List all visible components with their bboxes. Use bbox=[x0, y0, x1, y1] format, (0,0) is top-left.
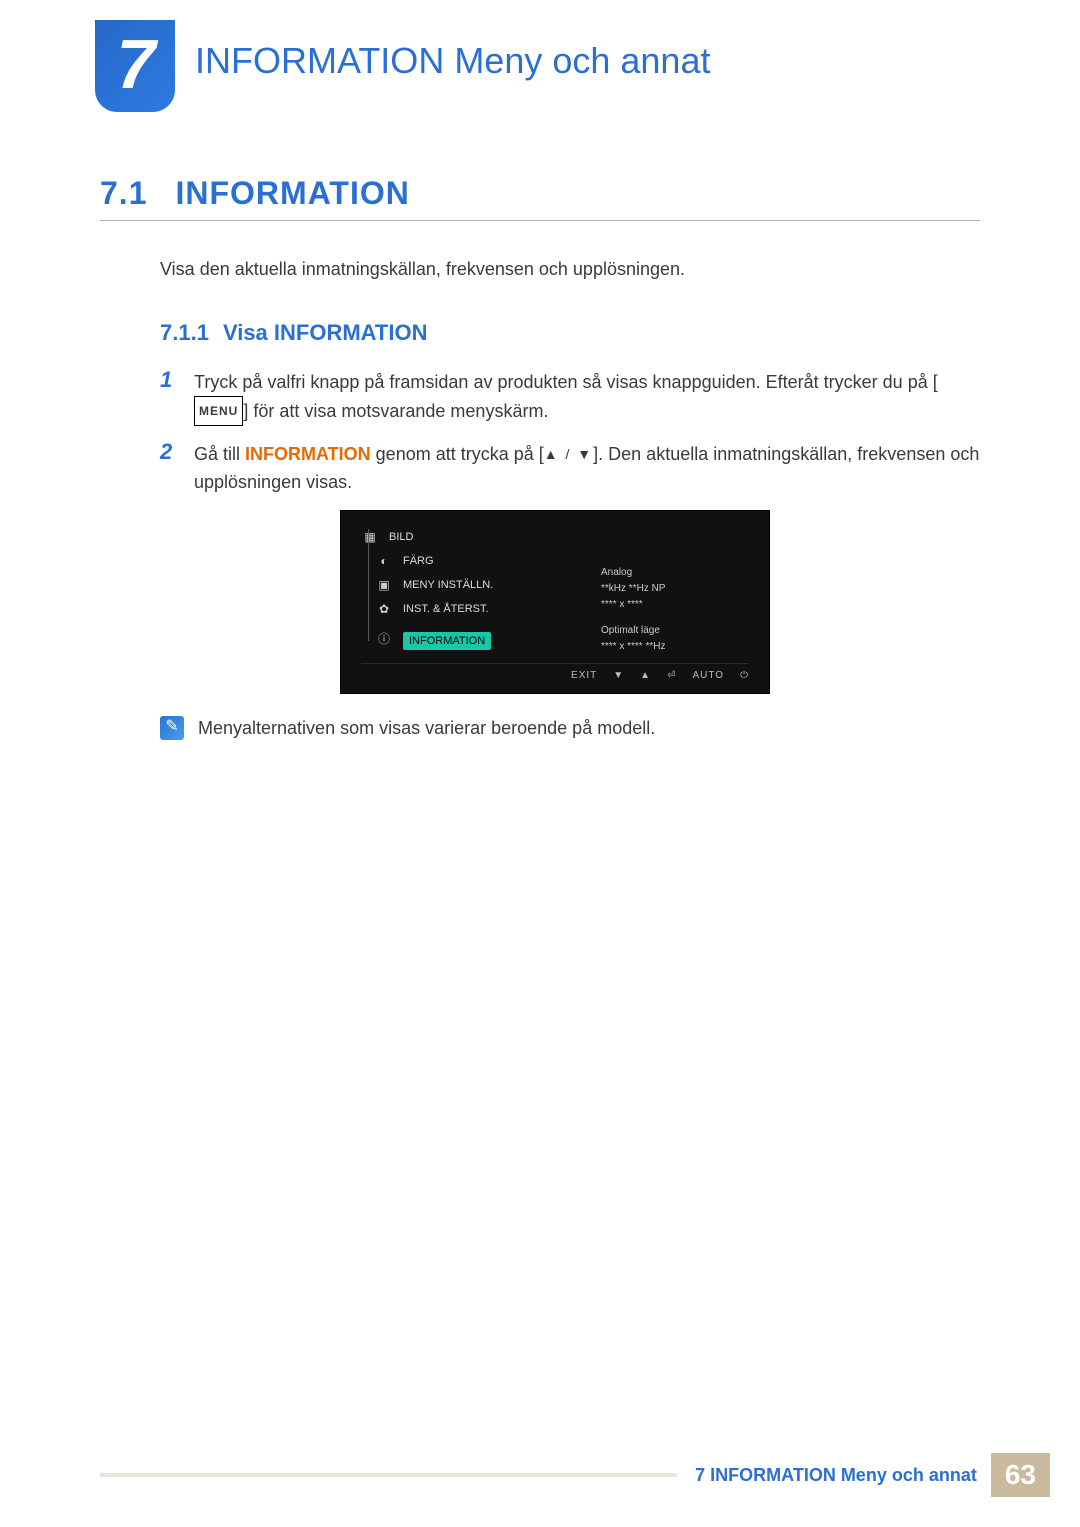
step-number: 1 bbox=[160, 368, 176, 426]
footer-page-number: 63 bbox=[991, 1453, 1050, 1497]
section-title: INFORMATION bbox=[175, 175, 409, 212]
gear-icon: ✿ bbox=[375, 602, 393, 616]
page-footer: 7 INFORMATION Meny och annat 63 bbox=[100, 1453, 1050, 1497]
menu-key-icon: MENU bbox=[194, 396, 243, 426]
osd-info-panel: Analog **kHz **Hz NP **** x **** Optimal… bbox=[601, 565, 665, 655]
section-intro: Visa den aktuella inmatningskällan, frek… bbox=[160, 259, 980, 280]
section-number: 7.1 bbox=[100, 175, 147, 212]
osd-info-line: **** x **** bbox=[601, 597, 665, 613]
osd-label: MENY INSTÄLLN. bbox=[403, 579, 493, 591]
osd-foot-auto: AUTO bbox=[692, 670, 724, 681]
section-heading: 7.1 INFORMATION bbox=[100, 175, 980, 221]
osd-item-inst: ✿ INST. & ÅTERST. bbox=[361, 597, 749, 621]
menu-settings-icon: ▣ bbox=[375, 578, 393, 592]
osd-foot-exit: EXIT bbox=[571, 670, 597, 681]
step-1-text-a: Tryck på valfri knapp på framsidan av pr… bbox=[194, 372, 938, 392]
osd-footer-bar: EXIT ▼ ▲ ⏎ AUTO ⏻ bbox=[361, 663, 749, 687]
osd-info-line: **kHz **Hz NP bbox=[601, 581, 665, 597]
info-icon: ⓘ bbox=[375, 630, 393, 647]
osd-label: BILD bbox=[389, 531, 413, 543]
step-1: 1 Tryck på valfri knapp på framsidan av … bbox=[160, 368, 980, 426]
note-text: Menyalternativen som visas varierar bero… bbox=[198, 716, 655, 739]
osd-label: INST. & ÅTERST. bbox=[403, 603, 489, 615]
osd-info-line: Optimalt läge bbox=[601, 623, 665, 639]
osd-item-meny: ▣ MENY INSTÄLLN. bbox=[361, 573, 749, 597]
up-down-arrow-icon: ▲ / ▼ bbox=[544, 440, 593, 468]
osd-foot-power-icon: ⏻ bbox=[740, 670, 749, 681]
picture-icon: ▦ bbox=[361, 530, 379, 544]
note-block: ✎ Menyalternativen som visas varierar be… bbox=[160, 716, 980, 740]
subsection-number: 7.1.1 bbox=[160, 320, 209, 346]
osd-foot-enter-icon: ⏎ bbox=[667, 670, 676, 681]
osd-foot-up-icon: ▲ bbox=[640, 670, 651, 681]
osd-selected-label: INFORMATION bbox=[403, 632, 491, 650]
footer-divider bbox=[100, 1473, 677, 1477]
chapter-title: INFORMATION Meny och annat bbox=[195, 40, 710, 82]
step-2-text-a: Gå till bbox=[194, 444, 245, 464]
footer-chapter-label: 7 INFORMATION Meny och annat bbox=[695, 1465, 977, 1486]
chapter-number-badge: 7 bbox=[95, 20, 175, 112]
note-icon: ✎ bbox=[160, 716, 184, 740]
step-body: Tryck på valfri knapp på framsidan av pr… bbox=[194, 368, 980, 426]
osd-screenshot: ▦ BILD ◐ FÄRG ▣ MENY INSTÄLLN. ✿ INST. & ÅTE… bbox=[340, 510, 770, 694]
osd-info-line: Analog bbox=[601, 565, 665, 581]
step-2: 2 Gå till INFORMATION genom att trycka p… bbox=[160, 440, 980, 496]
osd-item-information-selected: ⓘ INFORMATION bbox=[361, 621, 749, 655]
step-1-text-b: ] för att visa motsvarande menyskärm. bbox=[243, 401, 548, 421]
osd-label: FÄRG bbox=[403, 555, 434, 567]
step-body: Gå till INFORMATION genom att trycka på … bbox=[194, 440, 980, 496]
step-2-text-b: genom att trycka på [ bbox=[371, 444, 544, 464]
osd-tree-line bbox=[368, 529, 369, 641]
subsection-title: Visa INFORMATION bbox=[223, 320, 428, 346]
osd-item-farg: ◐ FÄRG bbox=[361, 549, 749, 573]
osd-info-line: **** x **** **Hz bbox=[601, 639, 665, 655]
subsection-heading: 7.1.1 Visa INFORMATION bbox=[160, 320, 980, 346]
step-number: 2 bbox=[160, 440, 176, 496]
osd-foot-down-icon: ▼ bbox=[613, 670, 624, 681]
osd-item-bild: ▦ BILD bbox=[361, 525, 749, 549]
step-2-keyword: INFORMATION bbox=[245, 444, 371, 464]
color-icon: ◐ bbox=[375, 554, 393, 568]
